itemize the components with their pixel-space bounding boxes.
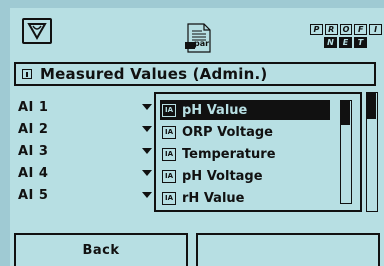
input-type-icon: IA <box>162 103 176 117</box>
list-item-ai-2[interactable]: AI 2 <box>18 118 158 140</box>
back-softkey[interactable]: Back <box>14 233 188 266</box>
input-type-icon: IA <box>162 169 176 183</box>
list-scrollbar-thumb[interactable] <box>367 93 376 119</box>
row-label: AI 4 <box>18 165 49 181</box>
profinet-logo-letter: T <box>354 37 367 48</box>
input-type-icon: IA <box>162 191 176 205</box>
profinet-logo-letter: I <box>369 24 382 35</box>
profinet-logo-letter: O <box>339 24 353 35</box>
list-item-ai-5[interactable]: AI 5 <box>18 184 158 206</box>
input-type-icon: IA <box>162 125 176 139</box>
option-label: pH Value <box>182 102 248 118</box>
parameter-document-icon <box>182 22 218 54</box>
profinet-logo: P R O F I N E T <box>310 24 382 56</box>
menu-info-icon <box>22 69 32 79</box>
list-item-ai-4[interactable]: AI 4 <box>18 162 158 184</box>
dropdown-arrow-icon[interactable] <box>142 148 152 154</box>
profinet-logo-bottom: N E T <box>324 37 382 48</box>
profinet-logo-letter: N <box>324 37 337 48</box>
option-label: Temperature <box>182 146 276 162</box>
dropdown-arrow-icon[interactable] <box>142 192 152 198</box>
profinet-logo-letter: R <box>324 24 338 35</box>
profinet-logo-letter: E <box>339 37 352 48</box>
list-scrollbar[interactable] <box>366 92 378 212</box>
dropdown-option-orp-voltage[interactable]: IA ORP Voltage <box>160 122 330 142</box>
menu-title-bar: Measured Values (Admin.) <box>14 62 376 86</box>
dropdown-arrow-icon[interactable] <box>142 170 152 176</box>
right-softkey[interactable] <box>196 233 380 266</box>
dropdown-option-ph-value[interactable]: IA pH Value <box>160 100 330 120</box>
parameter-icon-label: par <box>194 39 210 48</box>
option-label: rH Value <box>182 190 245 206</box>
profinet-logo-top: P R O F I <box>310 24 382 35</box>
lcd-display: par P R O F I N E T Measured Values (Adm… <box>10 8 384 266</box>
profinet-logo-letter: P <box>310 24 323 35</box>
back-softkey-label: Back <box>82 243 120 258</box>
value-select-dropdown: IA pH Value IA ORP Voltage IA Temperatur… <box>154 92 362 212</box>
dropdown-option-rh-value[interactable]: IA rH Value <box>160 188 330 208</box>
list-item-ai-1[interactable]: AI 1 <box>18 96 158 118</box>
dropdown-option-ph-voltage[interactable]: IA pH Voltage <box>160 166 330 186</box>
device-logo-icon <box>22 18 52 44</box>
dropdown-arrow-icon[interactable] <box>142 126 152 132</box>
dropdown-option-temperature[interactable]: IA Temperature <box>160 144 330 164</box>
analog-input-list: AI 1 AI 2 AI 3 AI 4 AI 5 <box>18 96 158 206</box>
option-label: pH Voltage <box>182 168 263 184</box>
row-label: AI 3 <box>18 143 49 159</box>
row-label: AI 2 <box>18 121 49 137</box>
input-type-icon: IA <box>162 147 176 161</box>
dropdown-scrollbar[interactable] <box>340 100 352 204</box>
dropdown-scrollbar-thumb[interactable] <box>341 101 350 125</box>
page-title: Measured Values (Admin.) <box>40 65 268 83</box>
list-item-ai-3[interactable]: AI 3 <box>18 140 158 162</box>
profinet-logo-letter: F <box>354 24 368 35</box>
device-screen: par P R O F I N E T Measured Values (Adm… <box>10 8 384 266</box>
option-label: ORP Voltage <box>182 124 273 140</box>
dropdown-arrow-icon[interactable] <box>142 104 152 110</box>
row-label: AI 1 <box>18 99 49 115</box>
row-label: AI 5 <box>18 187 49 203</box>
